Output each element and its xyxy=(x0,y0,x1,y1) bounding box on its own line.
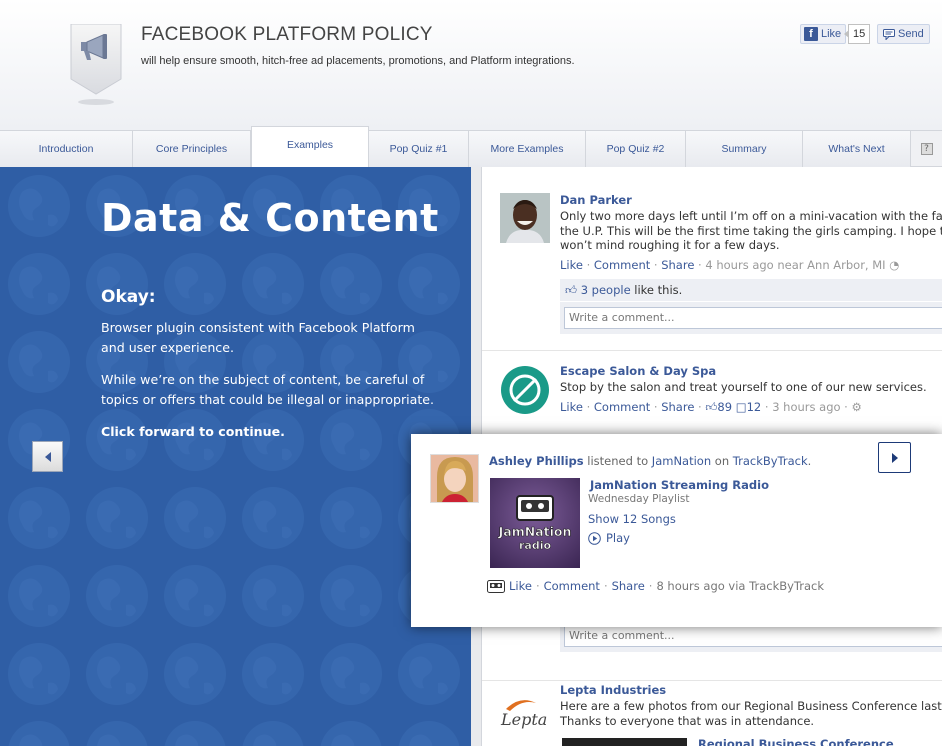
example-story-popup: Ashley Phillips listened to JamNation on… xyxy=(411,434,942,627)
story-text-line: won’t mind roughing it for a few days. xyxy=(560,238,780,252)
help-icon: ? xyxy=(920,143,933,155)
tab-whats-next[interactable]: What's Next xyxy=(803,131,911,167)
like-button-label: Like xyxy=(821,28,842,40)
like-link[interactable]: Like xyxy=(560,400,583,414)
share-link[interactable]: Share xyxy=(612,579,645,593)
popup-user-name[interactable]: Ashley Phillips xyxy=(489,454,584,468)
comment-link[interactable]: Comment xyxy=(594,258,650,272)
section-tabs: Introduction Core Principles Examples Po… xyxy=(0,126,942,168)
show-songs-link[interactable]: Show 12 Songs xyxy=(588,512,676,526)
comment-input[interactable]: Write a comment... xyxy=(564,307,942,329)
tab-summary[interactable]: Summary xyxy=(686,131,803,167)
send-icon xyxy=(883,28,895,40)
thumbs-up-icon: 👍︎ xyxy=(705,400,718,414)
slide-heading: Data & Content xyxy=(101,196,439,240)
slide-paragraph-3: Click forward to continue. xyxy=(101,424,285,439)
logo-lepta[interactable]: Lepta xyxy=(500,689,550,739)
arrow-right-icon xyxy=(891,452,898,463)
tab-introduction[interactable]: Introduction xyxy=(0,131,133,167)
page-header: FACEBOOK PLATFORM POLICY will help ensur… xyxy=(0,0,942,130)
popup-artist-link[interactable]: JamNation xyxy=(652,454,711,468)
story-text-line: Thanks to everyone that was in attendanc… xyxy=(560,713,815,728)
help-button[interactable]: ? xyxy=(911,131,942,167)
play-label: Play xyxy=(606,531,630,545)
story-text-line: Only two more days left until I’m off on… xyxy=(560,209,942,223)
arrow-left-icon xyxy=(44,451,51,462)
slide-paragraph-1: Browser plugin consistent with Facebook … xyxy=(101,320,415,355)
next-button[interactable] xyxy=(878,442,911,473)
likes-count[interactable]: 89 xyxy=(717,400,732,414)
popup-on: on xyxy=(711,454,733,468)
tab-examples[interactable]: Examples xyxy=(251,126,369,168)
play-button[interactable]: Play xyxy=(588,531,630,545)
likes-people-link[interactable]: 3 people xyxy=(581,283,631,297)
avatar-dan-parker[interactable] xyxy=(500,193,550,243)
feed-story-lepta: Lepta Lepta Industries Here are a few ph… xyxy=(482,681,942,746)
station-subtitle: Wednesday Playlist xyxy=(588,493,690,505)
popup-story-headline: Ashley Phillips listened to JamNation on… xyxy=(489,454,811,468)
facebook-send-button[interactable]: Send xyxy=(877,24,930,44)
tab-more-examples[interactable]: More Examples xyxy=(469,131,586,167)
popup-story-actions: Like · Comment · Share · 8 hours ago via Tr… xyxy=(487,579,824,593)
story-text-line: the U.P. This will be the first time tak… xyxy=(560,223,942,238)
like-link[interactable]: Like xyxy=(560,258,583,272)
comment-box: Write a comment... xyxy=(560,302,942,334)
avatar-ashley-phillips[interactable] xyxy=(430,454,479,503)
comment-link[interactable]: Comment xyxy=(544,579,600,593)
globe-pattern-background xyxy=(0,167,471,746)
comments-count[interactable]: 12 xyxy=(747,400,762,414)
story-author-name[interactable]: Escape Salon & Day Spa xyxy=(560,364,716,378)
avatar-escape-salon[interactable] xyxy=(500,365,550,415)
globe-icon: ◔ xyxy=(889,258,900,272)
megaphone-icon xyxy=(70,23,122,105)
artwork-subtitle: radio xyxy=(519,539,551,552)
content-panel xyxy=(0,167,471,746)
gear-icon: ⚙ xyxy=(851,400,862,414)
story-author-name[interactable]: Lepta Industries xyxy=(560,683,666,697)
cassette-icon xyxy=(487,579,505,593)
story-actions: Like · Comment · Share · 👍︎89 □12 · 3 ho… xyxy=(560,400,862,414)
popup-timestamp: 8 hours ago via TrackByTrack xyxy=(656,579,825,593)
likes-suffix: like this. xyxy=(630,283,683,297)
story-text-line: Here are a few photos from our Regional … xyxy=(560,699,942,713)
previous-button[interactable] xyxy=(32,441,63,472)
station-title-link[interactable]: JamNation Streaming Radio xyxy=(590,478,769,492)
page-subtitle: will help ensure smooth, hitch-free ad p… xyxy=(141,55,575,67)
facebook-f-icon: f xyxy=(804,27,818,41)
facebook-like-button[interactable]: f Like xyxy=(800,24,847,44)
share-link[interactable]: Share xyxy=(661,400,694,414)
tab-core-principles[interactable]: Core Principles xyxy=(133,131,251,167)
story-timestamp: 4 hours ago near Ann Arbor, MI xyxy=(705,258,886,272)
station-artwork[interactable]: JamNation radio xyxy=(490,478,580,568)
popup-app-link[interactable]: TrackByTrack xyxy=(733,454,808,468)
album-title-link[interactable]: Regional Business Conference xyxy=(698,737,894,746)
like-link[interactable]: Like xyxy=(509,579,532,593)
send-button-label: Send xyxy=(898,28,924,40)
story-author-name[interactable]: Dan Parker xyxy=(560,193,632,207)
share-link[interactable]: Share xyxy=(661,258,694,272)
tab-pop-quiz-1[interactable]: Pop Quiz #1 xyxy=(369,131,469,167)
popup-verb: listened to xyxy=(583,454,652,468)
slide-paragraph-2: While we’re on the subject of content, b… xyxy=(101,372,435,407)
artwork-title: JamNation xyxy=(498,524,572,539)
comment-bubble-icon: □ xyxy=(735,400,747,414)
comment-input[interactable]: Write a comment... xyxy=(564,625,942,647)
album-photo[interactable] xyxy=(562,738,687,746)
feed-story-dan-parker: Dan Parker Only two more days left until… xyxy=(482,167,942,351)
play-icon xyxy=(588,531,601,545)
slide-subheading: Okay: xyxy=(101,287,156,307)
lepta-logo-text: Lepta xyxy=(500,710,547,729)
story-text-line: Stop by the salon and treat yourself to … xyxy=(560,380,927,394)
story-timestamp: 3 hours ago xyxy=(772,400,841,414)
story-actions: Like · Comment · Share · 4 hours ago nea… xyxy=(560,258,900,272)
tab-pop-quiz-2[interactable]: Pop Quiz #2 xyxy=(586,131,686,167)
popup-period: . xyxy=(807,454,812,468)
thumbs-up-icon: 👍︎ xyxy=(565,283,578,297)
page-title: FACEBOOK PLATFORM POLICY xyxy=(141,24,433,45)
like-count-bubble: 15 xyxy=(843,24,871,44)
likes-summary: 👍︎ 3 people like this. xyxy=(560,279,942,301)
comment-link[interactable]: Comment xyxy=(594,400,650,414)
